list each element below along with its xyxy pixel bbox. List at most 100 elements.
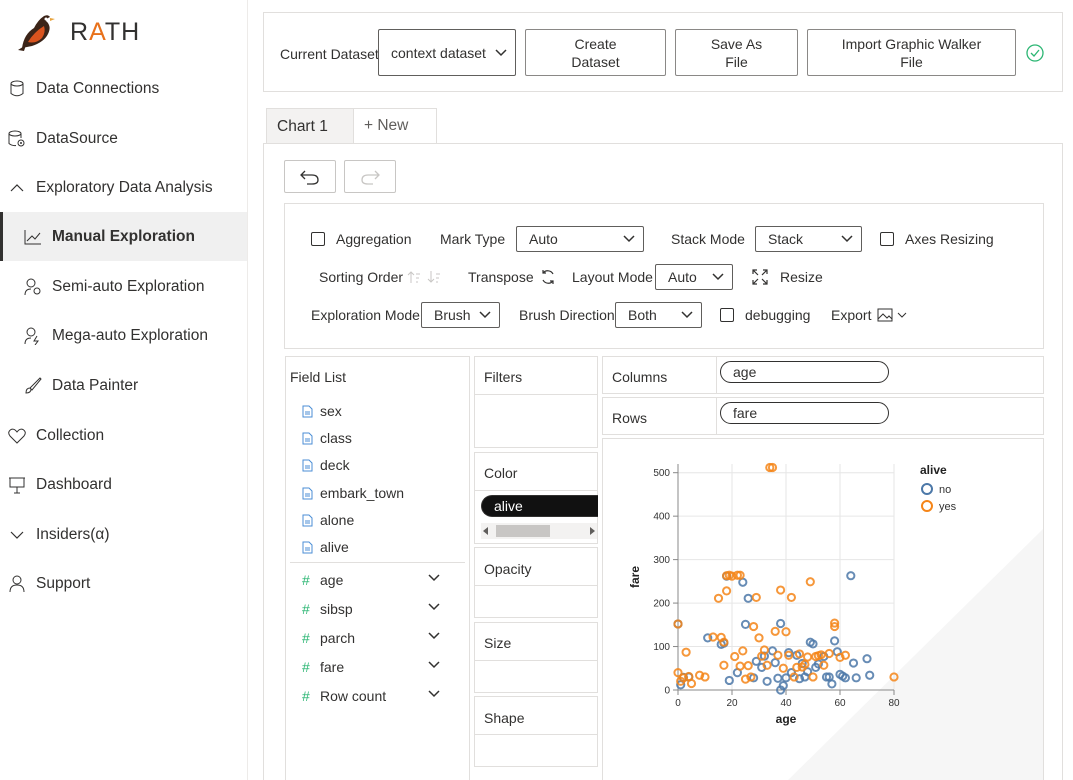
database-icon [8, 80, 26, 98]
legend-symbol-yes [921, 500, 933, 512]
field-item-alone[interactable]: alone [302, 510, 354, 530]
tab-chart-1[interactable]: Chart 1 [266, 108, 354, 144]
text-field-icon [302, 459, 316, 472]
text-field-icon [302, 432, 316, 445]
data-point-yes [754, 633, 764, 643]
data-point-yes [735, 661, 745, 671]
chart-area[interactable]: 0 20 40 60 80 0 100 200 300 400 500 age fare alive no… [602, 438, 1044, 780]
shelf-divider [716, 398, 717, 434]
brush-direction-dropdown[interactable]: Both [615, 302, 702, 328]
columns-shelf[interactable]: Columns age [602, 356, 1044, 394]
nav-manual-exploration[interactable]: Manual Exploration [0, 212, 247, 261]
rows-shelf[interactable]: Rows fare [602, 397, 1044, 435]
dataset-toolbar: Current Dataset context dataset Create D… [263, 12, 1063, 92]
y-tick-label: 0 [664, 686, 670, 697]
exploration-mode-dropdown[interactable]: Brush [421, 302, 500, 328]
data-point-yes [773, 650, 783, 660]
nav-data-connections[interactable]: Data Connections [0, 64, 247, 113]
export-menu[interactable]: Export [831, 302, 907, 328]
transpose-button[interactable]: Transpose [468, 264, 556, 290]
horizontal-scrollbar[interactable] [481, 523, 597, 539]
nav-semi-auto-exploration[interactable]: Semi-auto Exploration [0, 262, 247, 311]
columns-field-pill[interactable]: age [720, 361, 889, 383]
chevron-down-icon[interactable] [428, 661, 440, 669]
stack-mode-label: Stack Mode [671, 231, 745, 247]
rath-logo[interactable]: RATH [14, 12, 140, 52]
redo-button[interactable] [344, 160, 396, 193]
x-axis-title: age [776, 712, 797, 726]
size-shelf[interactable]: Size [474, 622, 598, 693]
rows-field-pill[interactable]: fare [720, 402, 889, 424]
scatter-chart[interactable]: 0 20 40 60 80 0 100 200 300 400 500 age fare alive no… [603, 439, 1043, 780]
field-item-alive[interactable]: alive [302, 537, 349, 557]
size-label: Size [484, 635, 512, 651]
nav-insiders[interactable]: Insiders(α) [0, 510, 247, 559]
nav-data-painter[interactable]: Data Painter [0, 361, 247, 410]
field-item-row-count[interactable]: # Row count [302, 686, 452, 706]
field-item-deck[interactable]: deck [302, 455, 350, 475]
chevron-down-icon[interactable] [428, 603, 440, 611]
nav-dashboard[interactable]: Dashboard [0, 460, 247, 509]
sort-ascending-icon[interactable] [407, 270, 421, 284]
nav-label: Collection [36, 426, 105, 444]
data-point-no [740, 619, 751, 629]
shelf-divider [475, 585, 597, 586]
color-label: Color [484, 465, 518, 481]
field-item-age[interactable]: # age [302, 570, 452, 590]
stack-mode-dropdown[interactable]: Stack [755, 226, 862, 252]
chevron-down-icon[interactable] [428, 690, 440, 698]
create-dataset-button[interactable]: Create Dataset [525, 29, 666, 76]
filters-shelf[interactable]: Filters [474, 356, 598, 448]
color-shelf[interactable]: Color alive [474, 452, 598, 544]
aggregation-checkbox[interactable]: Aggregation [311, 226, 412, 252]
import-graphic-walker-button[interactable]: Import Graphic Walker File [807, 29, 1016, 76]
field-item-fare[interactable]: # fare [302, 657, 452, 677]
nav-datasource[interactable]: DataSource [0, 114, 247, 163]
pill-label: fare [733, 405, 758, 421]
chevron-down-icon [712, 273, 724, 281]
nav-support[interactable]: Support [0, 559, 247, 608]
y-tick-label: 500 [653, 468, 670, 479]
chart-axes: 0 20 40 60 80 0 100 200 300 400 500 age fare [628, 464, 900, 726]
scrollbar-thumb[interactable] [496, 525, 550, 537]
data-point-no [830, 636, 840, 646]
scroll-right-icon[interactable] [589, 527, 595, 535]
chart-legend[interactable]: alive no yes [920, 463, 957, 513]
create-dataset-label: Create Dataset [571, 35, 620, 70]
save-as-file-button[interactable]: Save As File [675, 29, 798, 76]
opacity-shelf[interactable]: Opacity [474, 547, 598, 618]
nav-exploratory-data-analysis[interactable]: Exploratory Data Analysis [0, 163, 247, 212]
nav-mega-auto-exploration[interactable]: Mega-auto Exploration [0, 311, 247, 360]
chevron-down-icon[interactable] [428, 574, 440, 582]
measure-icon: # [302, 601, 310, 617]
layout-mode-dropdown[interactable]: Auto [655, 264, 733, 290]
nav-label: Semi-auto Exploration [52, 277, 205, 295]
pill-label: age [733, 364, 757, 380]
axes-resizing-checkbox[interactable]: Axes Resizing [880, 226, 994, 252]
shape-shelf[interactable]: Shape [474, 696, 598, 767]
tab-new[interactable]: + New [353, 108, 437, 144]
y-axis-title: fare [628, 566, 642, 588]
chevron-down-icon[interactable] [428, 632, 440, 640]
resize-button[interactable]: Resize [752, 264, 823, 290]
data-point-yes [686, 678, 697, 689]
field-item-sex[interactable]: sex [302, 401, 342, 421]
field-item-class[interactable]: class [302, 428, 352, 448]
columns-label: Columns [612, 369, 668, 385]
mark-type-dropdown[interactable]: Auto [516, 226, 644, 252]
debugging-checkbox[interactable]: debugging [720, 302, 810, 328]
undo-button[interactable] [284, 160, 336, 193]
field-item-parch[interactable]: # parch [302, 628, 452, 648]
color-field-pill[interactable]: alive [481, 495, 598, 517]
nav-collection[interactable]: Collection [0, 411, 247, 460]
checkbox-box [311, 232, 325, 246]
dataset-dropdown[interactable]: context dataset [378, 29, 516, 76]
scroll-left-icon[interactable] [483, 527, 489, 535]
import-label: Import Graphic Walker File [841, 35, 982, 70]
field-item-embark-town[interactable]: embark_town [302, 483, 404, 503]
sort-descending-icon[interactable] [427, 270, 441, 284]
brush-direction-value: Both [628, 307, 657, 323]
field-item-sibsp[interactable]: # sibsp [302, 599, 452, 619]
nav-label: Data Painter [52, 376, 139, 394]
exploration-mode-label: Exploration Mode [311, 307, 420, 323]
